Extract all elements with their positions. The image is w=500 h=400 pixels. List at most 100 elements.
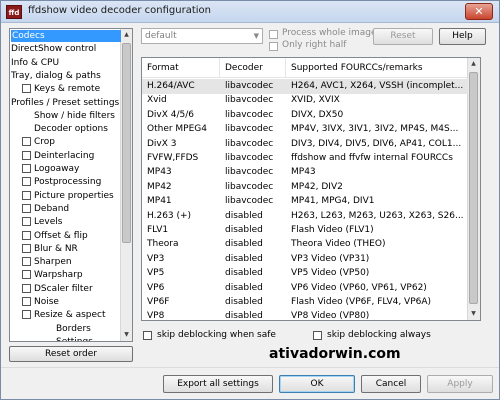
codec-list-scrollbar[interactable]: ▲ ▼ <box>467 58 480 320</box>
reset-button[interactable]: Reset <box>373 28 433 45</box>
tree-item[interactable]: Resize & aspect <box>22 309 106 321</box>
tree-item[interactable]: Keys & remote <box>22 83 100 95</box>
skip-deblocking-always-label: skip deblocking always <box>327 330 431 340</box>
tree-item[interactable]: Borders <box>56 323 91 335</box>
codec-row[interactable]: DivX 3 libavcodec DIV3, DIV4, DIV5, DIV6, … <box>142 137 468 152</box>
skip-deblocking-when-safe-checkbox[interactable] <box>143 331 152 340</box>
codec-format-cell: VP3 <box>147 253 165 264</box>
tree-item-label: Blur & NR <box>34 243 78 254</box>
tree-item-checkbox[interactable] <box>22 164 31 173</box>
tree-item[interactable]: Sharpen <box>22 256 72 268</box>
tree-item-checkbox[interactable] <box>22 297 31 306</box>
tree-item-checkbox[interactable] <box>22 310 31 320</box>
codec-list-scroll-thumb[interactable] <box>469 72 478 304</box>
tree-item[interactable]: Tray, dialog & paths <box>11 70 101 82</box>
tree-item-checkbox[interactable] <box>22 243 31 253</box>
close-button[interactable]: ✕ <box>465 3 493 20</box>
tree-item[interactable]: Offset & flip <box>22 230 88 242</box>
tree-item-checkbox[interactable] <box>22 270 31 280</box>
tree-item[interactable]: Picture properties <box>22 190 114 202</box>
tree-item[interactable]: Noise <box>22 296 59 308</box>
tree-item[interactable]: Warpsharp <box>22 269 83 281</box>
codec-remarks-cell: MP4V, 3IVX, 3IV1, 3IV2, MP4S, M4S... <box>291 124 459 135</box>
tree-item-checkbox[interactable] <box>22 203 31 213</box>
tree-item[interactable]: Info & CPU <box>11 57 59 69</box>
title-bar[interactable]: ffd ffdshow video decoder configuration … <box>1 1 499 23</box>
codec-format-cell: Theora <box>147 239 179 250</box>
tree-item[interactable]: Settings <box>56 336 93 341</box>
codec-remarks-cell: MP42, DIV2 <box>291 181 343 192</box>
tree-item-checkbox[interactable] <box>22 177 31 187</box>
column-header-format[interactable]: Format <box>142 58 220 78</box>
codec-format-cell: FVFW,FFDS <box>147 153 199 163</box>
scroll-up-icon[interactable]: ▲ <box>468 58 479 70</box>
codec-row[interactable]: H.263 (+) disabled H263, L263, M263, U263,… <box>142 209 468 224</box>
tree-item-checkbox[interactable] <box>22 150 31 160</box>
codec-list[interactable]: Format Decoder Supported FOURCCs/remarks… <box>141 57 481 321</box>
codec-remarks-cell: Flash Video (FLV1) <box>291 225 374 235</box>
tree-item[interactable]: Profiles / Preset settings <box>11 97 119 109</box>
codec-row[interactable]: Theora disabled Theora Video (THEO) <box>142 237 468 252</box>
apply-button[interactable]: Apply <box>427 375 493 393</box>
preset-select[interactable]: default ▼ <box>141 28 263 44</box>
codec-row[interactable]: DivX 4/5/6 libavcodec DIVX, DX50 <box>142 108 468 123</box>
tree-item[interactable]: Deinterlacing <box>22 150 94 162</box>
tree-item[interactable]: Decoder options <box>34 123 108 135</box>
tree-item-checkbox[interactable] <box>22 257 31 267</box>
scroll-up-icon[interactable]: ▲ <box>121 29 132 41</box>
codec-format-cell: H.263 (+) <box>147 210 192 221</box>
scroll-down-icon[interactable]: ▼ <box>121 329 132 341</box>
export-all-settings-button[interactable]: Export all settings <box>163 375 273 393</box>
settings-tree[interactable]: ▲ ▼ Codecs DirectShow control Info & CPU Tr… <box>9 28 133 342</box>
tree-item-checkbox[interactable] <box>22 217 31 227</box>
codec-row[interactable]: H.264/AVC libavcodec H264, AVC1, X264, VSS… <box>142 79 468 94</box>
codec-row[interactable]: MP42 libavcodec MP42, DIV2 <box>142 180 468 195</box>
reset-order-button[interactable]: Reset order <box>9 346 133 362</box>
tree-scrollbar[interactable]: ▲ ▼ <box>120 29 132 341</box>
codec-row[interactable]: Other MPEG4 libavcodec MP4V, 3IVX, 3IV1, 3… <box>142 122 468 137</box>
tree-item[interactable]: DirectShow control <box>11 43 96 55</box>
scroll-down-icon[interactable]: ▼ <box>468 308 479 320</box>
codec-format-cell: VP5 <box>147 268 165 279</box>
tree-item-checkbox[interactable] <box>22 230 31 240</box>
column-header-decoder[interactable]: Decoder <box>220 58 286 78</box>
cancel-button[interactable]: Cancel <box>361 375 421 393</box>
codec-row[interactable]: MP43 libavcodec MP43 <box>142 165 468 180</box>
codec-format-cell: MP43 <box>147 167 172 178</box>
ok-button[interactable]: OK <box>279 375 355 393</box>
tree-item[interactable]: Crop <box>22 136 55 148</box>
tree-item[interactable]: Codecs <box>11 30 121 42</box>
tree-item-checkbox[interactable] <box>22 137 31 147</box>
codec-decoder-cell: disabled <box>225 253 263 264</box>
column-header-remarks[interactable]: Supported FOURCCs/remarks <box>286 58 468 78</box>
codec-row[interactable]: VP6F disabled Flash Video (VP6F, FLV4, VP6… <box>142 295 468 310</box>
tree-item-checkbox[interactable] <box>22 84 31 94</box>
tree-item[interactable]: Postprocessing <box>22 176 101 188</box>
codec-format-cell: MP42 <box>147 181 172 192</box>
tree-item[interactable]: Logoaway <box>22 163 79 175</box>
tree-item-checkbox[interactable] <box>22 190 31 200</box>
tree-item-checkbox[interactable] <box>22 283 31 293</box>
tree-item[interactable]: Deband <box>22 203 69 215</box>
process-whole-image-checkbox[interactable] <box>269 30 278 39</box>
codec-row[interactable]: VP3 disabled VP3 Video (VP31) <box>142 252 468 267</box>
codec-row[interactable]: MP41 libavcodec MP41, MPG4, DIV1 <box>142 194 468 209</box>
tree-scroll-thumb[interactable] <box>122 43 131 243</box>
codec-row[interactable]: VP6 disabled VP6 Video (VP60, VP61, VP62) <box>142 281 468 296</box>
codec-row[interactable]: FLV1 disabled Flash Video (FLV1) <box>142 223 468 238</box>
tree-item[interactable]: Levels <box>22 216 62 228</box>
codec-decoder-cell: disabled <box>225 210 263 221</box>
tree-item[interactable]: DScaler filter <box>22 283 93 295</box>
tree-item[interactable]: Show / hide filters <box>34 110 115 122</box>
codec-decoder-cell: libavcodec <box>225 181 274 192</box>
codec-row[interactable]: FVFW,FFDS libavcodec ffdshow and ffvfw int… <box>142 151 468 166</box>
tree-item[interactable]: Blur & NR <box>22 243 78 255</box>
skip-deblocking-always-checkbox[interactable] <box>313 331 322 340</box>
codec-row[interactable]: Xvid libavcodec XVID, XVIX <box>142 93 468 108</box>
codec-row[interactable]: VP5 disabled VP5 Video (VP50) <box>142 266 468 281</box>
only-right-half-checkbox[interactable] <box>269 42 278 51</box>
help-button[interactable]: Help <box>439 28 486 45</box>
window-title: ffdshow video decoder configuration <box>28 5 211 16</box>
chevron-down-icon: ▼ <box>253 32 259 40</box>
codec-row[interactable]: VP8 disabled VP8 Video (VP80) <box>142 309 468 320</box>
